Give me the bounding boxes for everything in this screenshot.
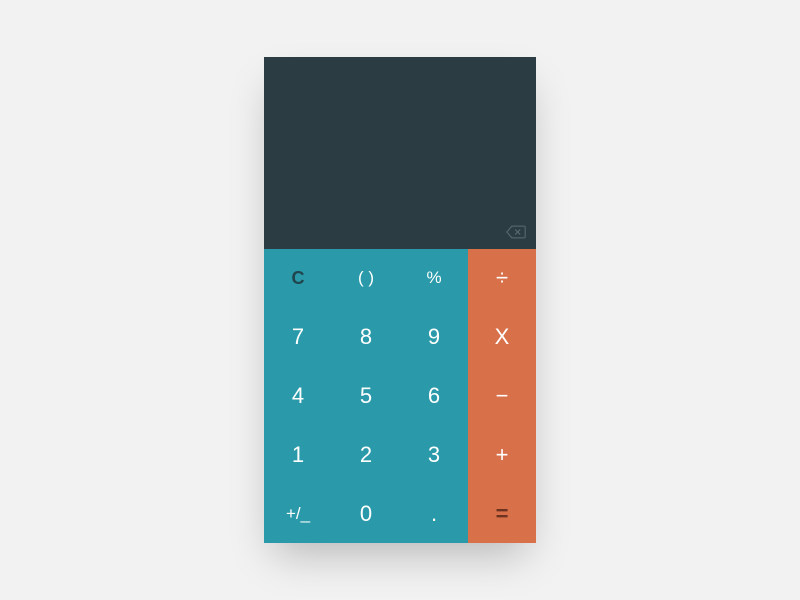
divide-button[interactable]: ÷ bbox=[468, 249, 536, 308]
clear-button[interactable]: C bbox=[264, 249, 332, 308]
digit-7-button[interactable]: 7 bbox=[264, 308, 332, 367]
digit-9-button[interactable]: 9 bbox=[400, 308, 468, 367]
sign-toggle-button[interactable]: +/_ bbox=[264, 484, 332, 543]
equals-button[interactable]: = bbox=[468, 484, 536, 543]
digit-5-button[interactable]: 5 bbox=[332, 367, 400, 426]
add-button[interactable]: + bbox=[468, 425, 536, 484]
digit-0-button[interactable]: 0 bbox=[332, 484, 400, 543]
decimal-button[interactable]: . bbox=[400, 484, 468, 543]
percent-button[interactable]: % bbox=[400, 249, 468, 308]
parentheses-button[interactable]: ( ) bbox=[332, 249, 400, 308]
keypad: C ( ) % 7 8 9 4 5 6 1 2 3 +/_ 0 . ÷ X − … bbox=[264, 249, 536, 543]
multiply-button[interactable]: X bbox=[468, 308, 536, 367]
digit-8-button[interactable]: 8 bbox=[332, 308, 400, 367]
calculator: C ( ) % 7 8 9 4 5 6 1 2 3 +/_ 0 . ÷ X − … bbox=[264, 57, 536, 543]
display-area bbox=[264, 57, 536, 249]
digit-3-button[interactable]: 3 bbox=[400, 425, 468, 484]
digit-6-button[interactable]: 6 bbox=[400, 367, 468, 426]
digit-4-button[interactable]: 4 bbox=[264, 367, 332, 426]
operator-keys: ÷ X − + = bbox=[468, 249, 536, 543]
main-keys: C ( ) % 7 8 9 4 5 6 1 2 3 +/_ 0 . bbox=[264, 249, 468, 543]
digit-1-button[interactable]: 1 bbox=[264, 425, 332, 484]
subtract-button[interactable]: − bbox=[468, 367, 536, 426]
backspace-icon[interactable] bbox=[506, 225, 526, 239]
digit-2-button[interactable]: 2 bbox=[332, 425, 400, 484]
